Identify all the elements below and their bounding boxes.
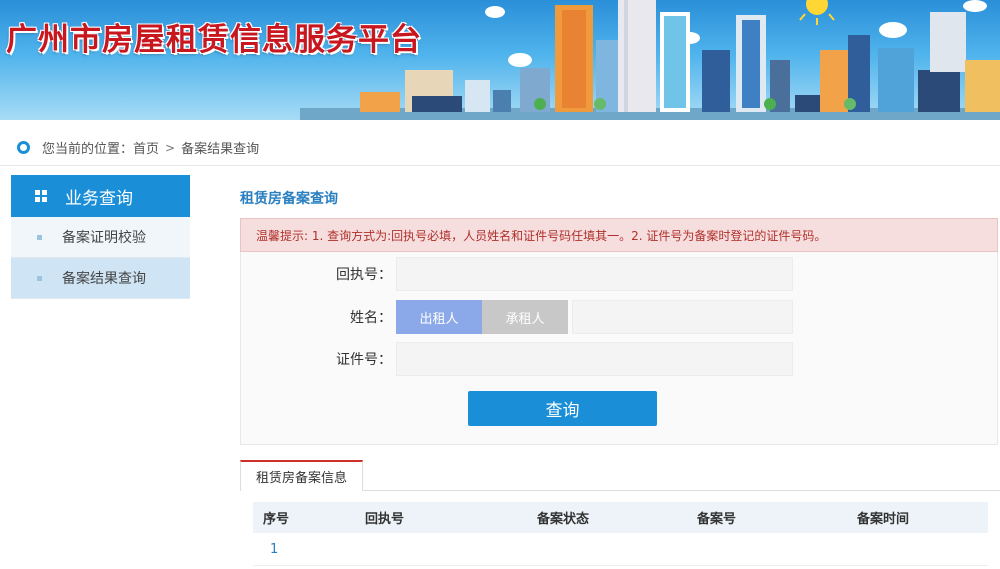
sidebar: 业务查询 备案证明校验 备案结果查询: [11, 175, 190, 299]
site-title: 广州市房屋租赁信息服务平台: [6, 22, 422, 58]
receipt-row: 回执号：: [241, 257, 793, 291]
id-number-input[interactable]: [396, 342, 793, 376]
breadcrumb-separator: >: [165, 140, 176, 155]
receipt-input[interactable]: [396, 257, 793, 291]
sidebar-item-label: 备案证明校验: [62, 230, 146, 246]
result-table: 序号 回执号 备案状态 备案号 备案时间 1: [253, 502, 988, 566]
grid-menu-icon: [35, 190, 47, 202]
site-banner: 广州市房屋租赁信息服务平台: [0, 0, 1000, 120]
id-row: 证件号：: [241, 342, 793, 376]
sidebar-item-result-query[interactable]: 备案结果查询: [11, 258, 190, 299]
receipt-label: 回执号：: [336, 267, 392, 283]
column-header-receipt: 回执号: [365, 512, 405, 527]
tab-rental-record-info[interactable]: 租赁房备案信息: [240, 460, 363, 491]
bullet-icon: [37, 275, 42, 281]
breadcrumb: 您当前的位置：首页 > 备案结果查询: [0, 130, 1000, 166]
breadcrumb-current: 备案结果查询: [181, 142, 260, 157]
column-header-record-time: 备案时间: [857, 512, 910, 527]
sidebar-header-label: 业务查询: [65, 188, 133, 209]
id-label: 证件号：: [336, 352, 392, 368]
name-label: 姓名：: [350, 310, 392, 326]
table-row: 1: [253, 533, 988, 566]
breadcrumb-prefix[interactable]: 您当前的位置：首页: [42, 138, 159, 157]
query-form: 回执号： 姓名： 出租人 承租人 证件号： 查询: [240, 252, 998, 445]
tenant-toggle[interactable]: 承租人: [482, 300, 568, 334]
result-tabbar: 租赁房备案信息: [240, 460, 1000, 491]
sidebar-item-label: 备案结果查询: [62, 271, 146, 287]
query-button[interactable]: 查询: [468, 391, 657, 426]
landlord-toggle[interactable]: 出租人: [396, 300, 482, 334]
column-header-index: 序号: [263, 512, 290, 527]
cell-index: 1: [270, 541, 279, 557]
notice-banner: 温馨提示: 1. 查询方式为:回执号必填，人员姓名和证件号码任填其一。2. 证件…: [240, 218, 998, 252]
location-icon: [17, 141, 30, 154]
sidebar-item-certificate-verify[interactable]: 备案证明校验: [11, 217, 190, 258]
page-title: 租赁房备案查询: [240, 191, 338, 207]
column-header-record-number: 备案号: [697, 512, 737, 527]
sidebar-header: 业务查询: [11, 175, 190, 217]
column-header-status: 备案状态: [537, 512, 590, 527]
name-row: 姓名： 出租人 承租人: [241, 300, 793, 334]
table-header: 序号 回执号 备案状态 备案号 备案时间: [253, 502, 988, 533]
bullet-icon: [37, 234, 42, 240]
name-input[interactable]: [572, 300, 793, 334]
